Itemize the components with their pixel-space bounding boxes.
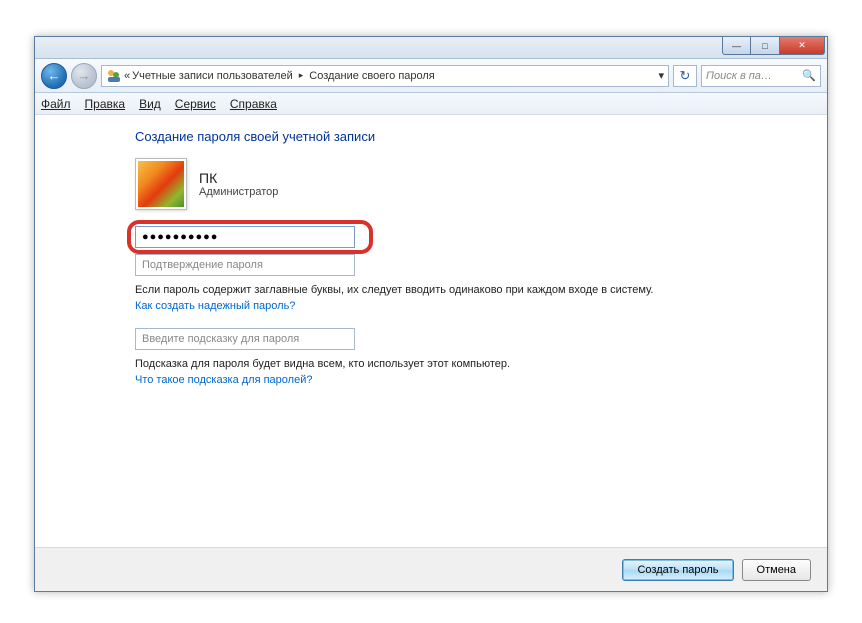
footer: Создать пароль Отмена [35, 547, 827, 591]
breadcrumb-seg-2[interactable]: Создание своего пароля [309, 70, 435, 82]
caps-info-text: Если пароль содержит заглавные буквы, их… [135, 284, 827, 296]
window: — □ ✕ ← → « Учетные записи пользователей… [34, 36, 828, 592]
confirm-password-input[interactable]: Подтверждение пароля [135, 254, 355, 276]
refresh-button[interactable]: ↻ [673, 65, 697, 87]
menu-edit[interactable]: Правка [85, 97, 126, 111]
maximize-button[interactable]: □ [751, 37, 780, 55]
user-info: ПК Администратор [135, 158, 827, 210]
hint-help-link[interactable]: Что такое подсказка для паролей? [135, 374, 827, 386]
cancel-button[interactable]: Отмена [742, 559, 811, 581]
password-input[interactable]: ●●●●●●●●●● [135, 226, 355, 248]
menu-view[interactable]: Вид [139, 97, 161, 111]
user-role: Администратор [199, 186, 278, 198]
close-button[interactable]: ✕ [780, 37, 825, 55]
password-field-wrap: ●●●●●●●●●● [135, 226, 365, 248]
create-password-button[interactable]: Создать пароль [622, 559, 733, 581]
minimize-button[interactable]: — [722, 37, 751, 55]
forward-button: → [71, 63, 97, 89]
chevron-right-icon[interactable]: ▸ [295, 70, 308, 81]
hint-info-text: Подсказка для пароля будет видна всем, к… [135, 358, 827, 370]
strong-password-link[interactable]: Как создать надежный пароль? [135, 300, 827, 312]
menu-file[interactable]: Файл [41, 97, 71, 111]
breadcrumb-dropdown[interactable]: ▾ [658, 69, 664, 82]
breadcrumb-seg-1[interactable]: Учетные записи пользователей [132, 70, 293, 82]
content-area: Создание пароля своей учетной записи ПК … [35, 115, 827, 547]
window-controls: — □ ✕ [722, 37, 825, 55]
users-icon [106, 68, 122, 84]
menubar: Файл Правка Вид Сервис Справка [35, 93, 827, 115]
navigation-bar: ← → « Учетные записи пользователей ▸ Соз… [35, 59, 827, 93]
breadcrumb[interactable]: « Учетные записи пользователей ▸ Создани… [101, 65, 669, 87]
search-placeholder: Поиск в па… [706, 70, 772, 82]
search-icon: 🔍 [802, 69, 816, 82]
titlebar: — □ ✕ [35, 37, 827, 59]
menu-help[interactable]: Справка [230, 97, 277, 111]
back-button[interactable]: ← [41, 63, 67, 89]
user-name: ПК [199, 170, 278, 186]
avatar [135, 158, 187, 210]
hint-input[interactable]: Введите подсказку для пароля [135, 328, 355, 350]
search-input[interactable]: Поиск в па… 🔍 [701, 65, 821, 87]
page-title: Создание пароля своей учетной записи [135, 129, 827, 144]
menu-tools[interactable]: Сервис [175, 97, 216, 111]
breadcrumb-prefix: « [124, 70, 130, 82]
